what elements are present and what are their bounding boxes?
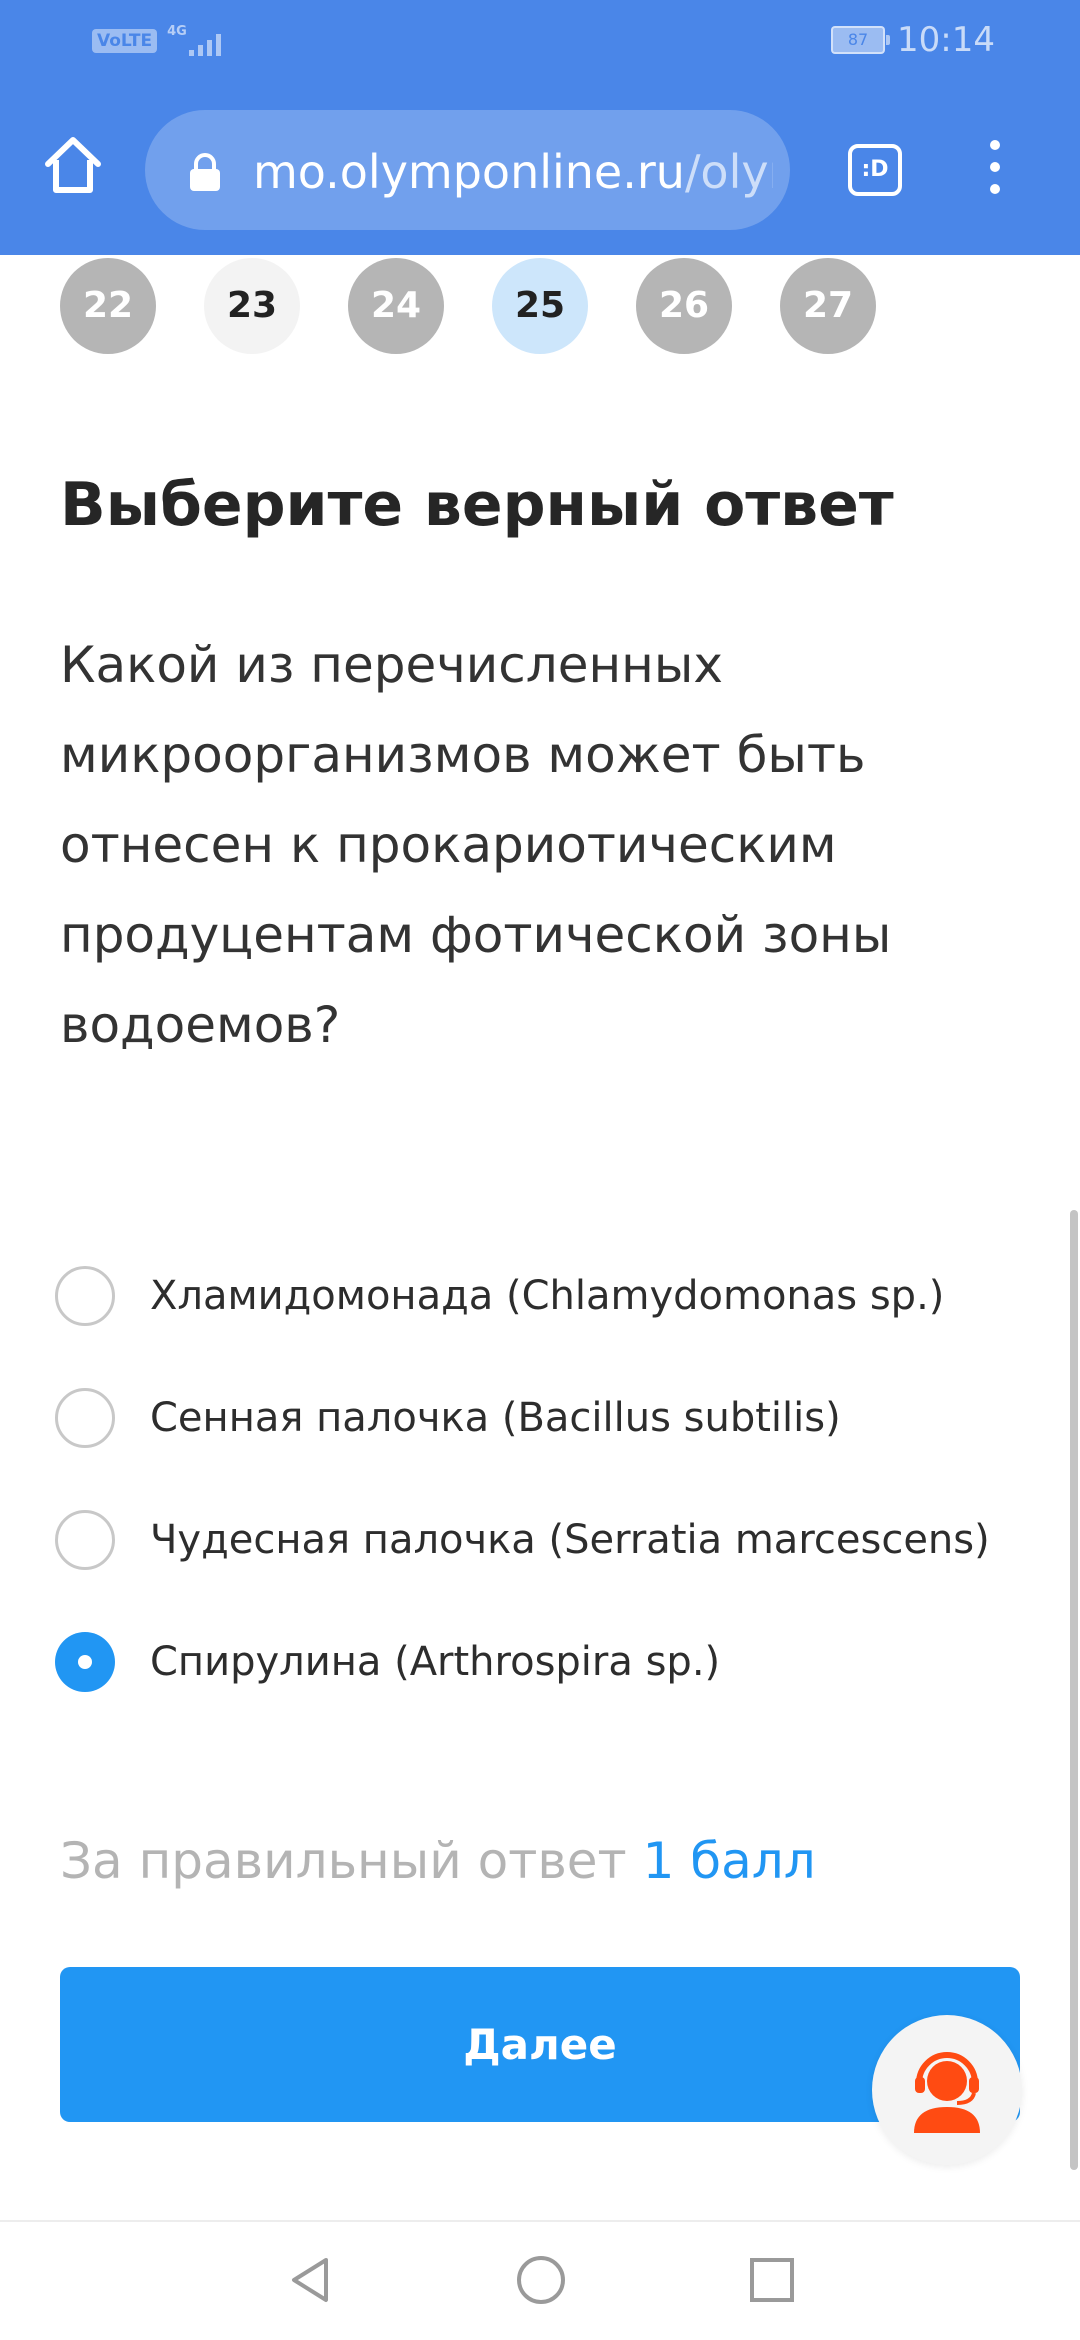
status-left: VoLTE 4G (92, 24, 225, 56)
back-icon[interactable] (282, 2252, 338, 2308)
url-path: /olym (684, 145, 773, 199)
page-title: Выберите верный ответ (60, 470, 894, 540)
url-bar[interactable]: mo.olymponline.ru/olym (145, 110, 790, 230)
home-icon[interactable] (38, 130, 108, 200)
radio-button[interactable] (55, 1388, 115, 1448)
battery-icon: 87 (831, 26, 891, 54)
clock: 10:14 (897, 20, 995, 60)
volte-indicator: VoLTE (92, 29, 158, 53)
status-bar: VoLTE 4G 87 10:14 (0, 0, 1080, 85)
answer-label: Спирулина (Arthrospira sp.) (150, 1639, 721, 1685)
answer-label: Чудесная палочка (Serratia marcescens) (150, 1517, 990, 1563)
browser-chrome: VoLTE 4G 87 10:14 mo.olymponline.ru/oly … (0, 0, 1080, 255)
support-chat-button[interactable] (872, 2015, 1022, 2165)
home-circle-icon[interactable] (513, 2252, 569, 2308)
browser-toolbar: mo.olymponline.ru/olym :D (0, 100, 1080, 240)
system-nav-bar (0, 2220, 1080, 2340)
radio-button[interactable] (55, 1266, 115, 1326)
tab-switcher-icon[interactable]: :D (848, 144, 902, 196)
signal-icon: 4G (167, 24, 225, 56)
question-number-25-current[interactable]: 25 (492, 258, 588, 354)
answer-option[interactable]: Хламидомонада (Chlamydomonas sp.) (55, 1235, 1055, 1357)
answer-option[interactable]: Сенная палочка (Bacillus subtilis) (55, 1357, 1055, 1479)
more-vert-icon[interactable] (980, 140, 1010, 200)
network-gen-label: 4G (167, 24, 187, 39)
url-text: mo.olymponline.ru/olym (253, 142, 773, 202)
answer-options: Хламидомонада (Chlamydomonas sp.) Сенная… (55, 1235, 1055, 1723)
answer-option[interactable]: Чудесная палочка (Serratia marcescens) (55, 1479, 1055, 1601)
question-number-22[interactable]: 22 (60, 258, 156, 354)
answer-label: Сенная палочка (Bacillus subtilis) (150, 1395, 841, 1441)
question-number-27[interactable]: 27 (780, 258, 876, 354)
page: VoLTE 4G 87 10:14 mo.olymponline.ru/oly … (0, 0, 1080, 2340)
question-number-26[interactable]: 26 (636, 258, 732, 354)
question-nav: 22 23 24 25 26 27 (0, 258, 1080, 358)
radio-button[interactable] (55, 1510, 115, 1570)
question-number-24[interactable]: 24 (348, 258, 444, 354)
question-number-23[interactable]: 23 (204, 258, 300, 354)
lock-icon (187, 152, 223, 192)
recents-icon[interactable] (744, 2252, 800, 2308)
scrollbar[interactable] (1070, 1210, 1078, 2170)
radio-button-checked[interactable] (55, 1632, 115, 1692)
question-text: Какой из перечисленных микроорганизмов м… (60, 636, 892, 1054)
points-value: 1 балл (642, 1832, 816, 1890)
answer-option-selected[interactable]: Спирулина (Arthrospira sp.) (55, 1601, 1055, 1723)
points-label: За правильный ответ (60, 1832, 627, 1890)
answer-label: Хламидомонада (Chlamydomonas sp.) (150, 1273, 945, 1319)
status-right: 87 10:14 (831, 20, 995, 60)
points-info: За правильный ответ 1 балл (60, 1832, 816, 1890)
url-domain: mo.olymponline.ru (253, 145, 685, 199)
headset-support-icon (914, 2052, 980, 2133)
